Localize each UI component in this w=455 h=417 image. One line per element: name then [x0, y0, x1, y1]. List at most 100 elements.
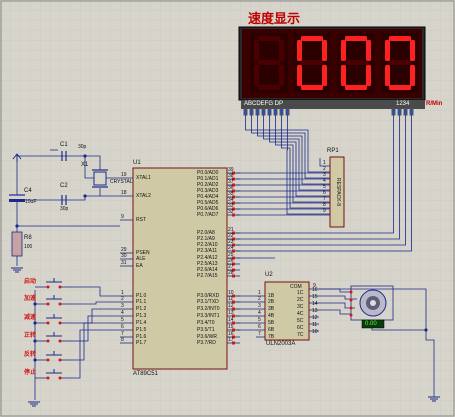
driver-pin-number: 5: [258, 317, 261, 323]
switch-label: 反转: [24, 352, 37, 358]
mcu-pin-number: 32: [228, 209, 234, 215]
driver-part: ULN2003A: [266, 341, 296, 347]
r8-value: 100: [24, 244, 33, 250]
mcu-pin-name: P1.4: [136, 320, 147, 326]
mcu-ref: U1: [133, 160, 141, 166]
driver-ref: U2: [265, 272, 273, 278]
digit-1-segment-d: [301, 85, 323, 90]
mcu-pin-name: XTAL1: [136, 175, 151, 181]
driver-pin-number: 16: [312, 287, 318, 293]
mcu-pin-number: 17: [228, 337, 234, 343]
driver-pin-name: 2B: [268, 299, 275, 305]
digit-0-segment-f: [254, 40, 259, 61]
mcu-pin-name: RST: [136, 217, 146, 223]
digit-0-segment-a: [258, 36, 280, 41]
driver-pin-name: 3C: [297, 304, 304, 310]
digit-1-segment-e: [297, 65, 302, 86]
driver-pin-number: 2: [258, 296, 261, 302]
seven-segment-display: [238, 26, 426, 109]
driver-pin-name: 7B: [268, 334, 275, 340]
digit-3-segment-d: [389, 85, 411, 90]
digit-2-segment-c: [366, 65, 371, 86]
driver-pin-name: 2C: [297, 297, 304, 303]
digit-2-segment-b: [366, 40, 371, 61]
mcu-pin-number: 28: [228, 270, 234, 276]
driver-pin-name: 4B: [268, 313, 275, 319]
crystal-ref: X1: [81, 162, 89, 168]
switch-label: 减速: [24, 315, 37, 321]
c2-value: 30p: [60, 206, 69, 212]
driver-pin-number: 13: [312, 308, 318, 314]
digit-1-segment-b: [322, 40, 327, 61]
c1-ref: C1: [60, 142, 68, 148]
driver-pin-number: 7: [258, 331, 261, 337]
mcu-pin-number: 14: [228, 317, 234, 323]
digit-3-segment-c: [410, 65, 415, 86]
digit-1-segment-f: [297, 40, 302, 61]
display-digit-label: 1234: [396, 101, 410, 107]
crystal-x1: [92, 169, 108, 188]
resnet-part: RESPACK-8: [335, 178, 341, 206]
motor-readout: 0.00: [365, 321, 377, 327]
driver-pin-number: 12: [312, 315, 318, 321]
digit-2-segment-a: [345, 36, 367, 41]
mcu-part: AT89C51: [133, 371, 158, 377]
digit-2-segment-e: [341, 65, 346, 86]
driver-pin-number: 10: [312, 329, 318, 335]
display-unit: R/Min: [426, 101, 443, 107]
mcu-pin-name: XTAL2: [136, 193, 151, 199]
digit-1-segment-a: [301, 36, 323, 41]
mcu-pin-name: P3.2/INT0: [197, 306, 220, 312]
mcu-pin-name: P1.2: [136, 306, 147, 312]
driver-pin-name: 1C: [297, 290, 304, 296]
digit-1-segment-g: [301, 60, 323, 65]
mcu-pin-number: 18: [121, 190, 127, 196]
mcu-pin-number: 19: [121, 172, 127, 178]
driver-pin-name: 6B: [268, 327, 275, 333]
driver-pin-number: 3: [258, 303, 261, 309]
resnet-pin-number: 9: [323, 208, 326, 214]
switch-label: 停止: [24, 370, 37, 376]
mcu-pin-number: 6: [121, 324, 124, 330]
driver-pin-name: 5C: [297, 318, 304, 324]
mcu-pin-name: ALE: [136, 256, 146, 262]
mcu-pin-number: 5: [121, 317, 124, 323]
mcu-pin-name: P3.4/T0: [197, 320, 215, 326]
driver-pin-name: 5B: [268, 320, 275, 326]
digit-0-segment-b: [279, 40, 284, 61]
mcu-pin-number: 8: [121, 337, 124, 343]
mcu-pin-number: 9: [121, 214, 124, 220]
mcu-pin-name: P3.5/T1: [197, 327, 215, 333]
mcu-pin-name: EA: [136, 263, 143, 269]
mcu-pin-name: P1.3: [136, 313, 147, 319]
digit-3-segment-e: [385, 65, 390, 86]
digit-2-segment-f: [341, 40, 346, 61]
digit-1-segment-c: [322, 65, 327, 86]
crystal-part: CRYSTAL: [110, 179, 133, 185]
resistor-r8: [11, 231, 23, 257]
mcu-pin-name: P3.7/RD: [197, 340, 216, 346]
driver-pin-name: 7C: [297, 332, 304, 338]
driver-pin-number: 15: [312, 294, 318, 300]
c4-ref: C4: [24, 188, 32, 194]
mcu-pin-number: 4: [121, 310, 124, 316]
mcu-pin-number: 2: [121, 296, 124, 302]
c1-value: 30p: [78, 144, 87, 150]
resnet-ref: RP1: [327, 148, 339, 154]
mcu-pin-name: P1.7: [136, 340, 147, 346]
driver-pin-number: 6: [258, 324, 261, 330]
digit-3-segment-a: [389, 36, 411, 41]
digit-0-segment-c: [279, 65, 284, 86]
mcu-pin-number: 24: [228, 245, 234, 251]
mcu-pin-number: 11: [228, 296, 234, 302]
mcu-pin-name: P1.5: [136, 327, 147, 333]
mcu-pin-number: 12: [228, 303, 234, 309]
driver-pin-name: 6C: [297, 325, 304, 331]
c4-value: 10uF: [25, 199, 37, 205]
digit-3-segment-b: [410, 40, 415, 61]
mcu-pin-name: P2.7/A15: [197, 273, 218, 279]
mcu-pin-name: P3.3/INT1: [197, 313, 220, 319]
display-title: 速度显示: [248, 11, 301, 26]
c2-ref: C2: [60, 183, 68, 189]
mcu-pin-number: 15: [228, 324, 234, 330]
